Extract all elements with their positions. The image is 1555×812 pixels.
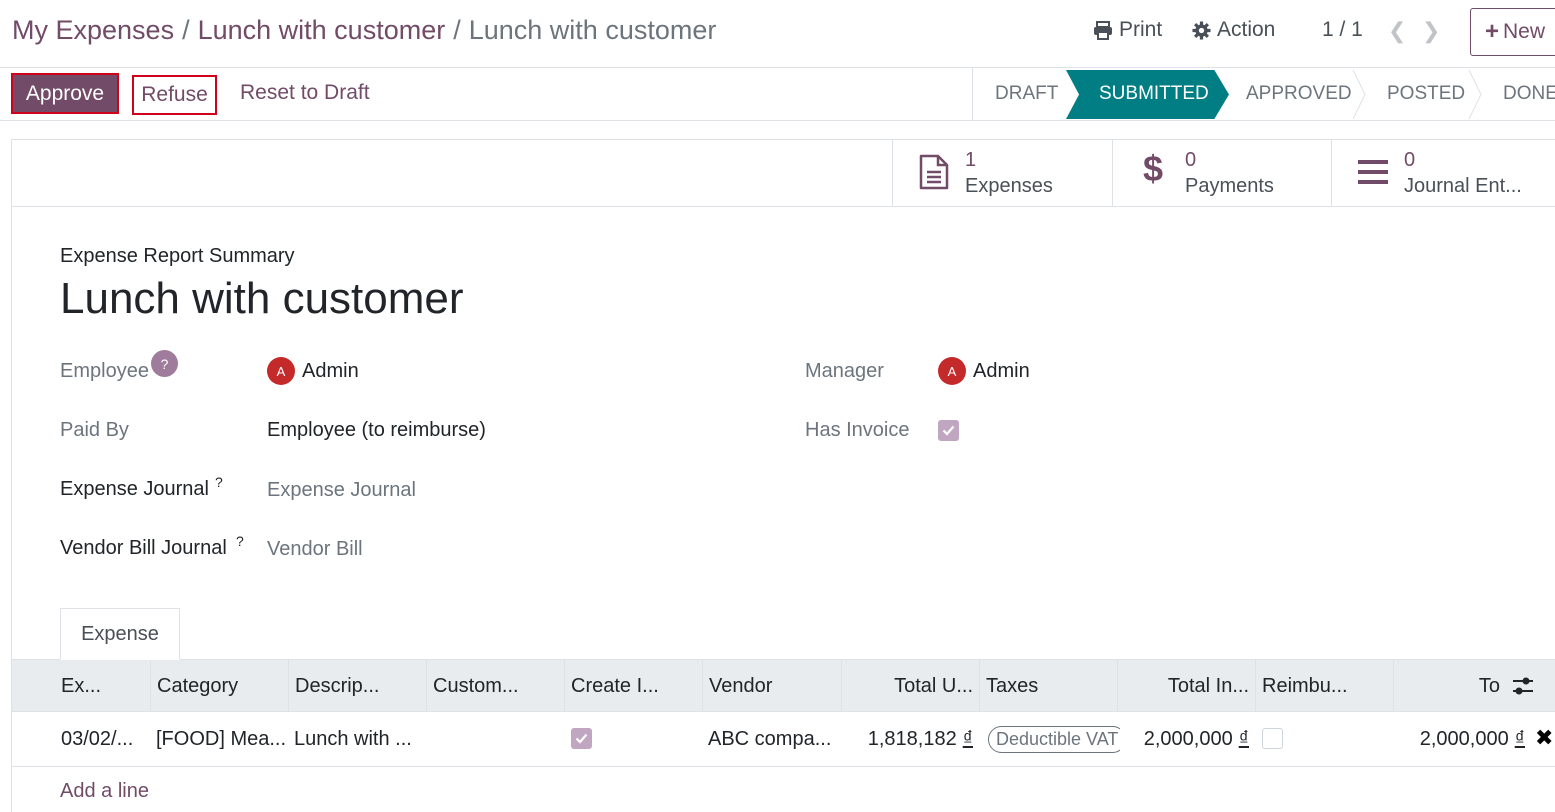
column-header[interactable]: Total In... xyxy=(1117,660,1255,712)
column-header[interactable]: Vendor xyxy=(702,660,840,712)
description-cell[interactable]: Lunch with ... xyxy=(288,712,426,766)
stage-divider xyxy=(1468,70,1482,119)
expense-journal-label: Expense Journal xyxy=(60,478,209,500)
delete-icon[interactable]: ✖ xyxy=(1535,725,1553,751)
dollar-icon: $ xyxy=(1143,148,1164,189)
reimbursed-checkbox[interactable] xyxy=(1262,728,1283,749)
divider xyxy=(12,206,1555,207)
create-invoice-checkbox[interactable] xyxy=(571,728,592,749)
check-icon xyxy=(942,425,955,436)
expense-journal-field[interactable]: Expense Journal xyxy=(267,479,416,502)
breadcrumb-separator: / xyxy=(453,15,461,45)
manager-field[interactable]: Admin xyxy=(973,360,1030,383)
plus-icon: + xyxy=(1485,18,1500,45)
stage-posted[interactable]: POSTED xyxy=(1387,68,1465,120)
total-untaxed-value: 1,818,182 xyxy=(867,727,957,750)
approve-button[interactable]: Approve xyxy=(11,73,119,114)
gear-icon xyxy=(1192,20,1211,40)
refuse-button[interactable]: Refuse xyxy=(132,75,217,115)
total-untaxed-cell[interactable]: 1,818,182 ₫ xyxy=(841,712,979,766)
list-icon xyxy=(1358,160,1388,184)
payments-count: 0 xyxy=(1185,149,1197,171)
currency-symbol: ₫ xyxy=(1514,727,1525,750)
breadcrumb-item-report[interactable]: Lunch with customer xyxy=(198,15,446,45)
chevron-right-icon[interactable]: ❯ xyxy=(1422,18,1440,44)
summary-label: Expense Report Summary xyxy=(60,245,295,267)
tax-tag[interactable]: Deductible VAT xyxy=(988,725,1120,753)
tab-expense[interactable]: Expense xyxy=(60,608,180,660)
breadcrumb: My Expenses / Lunch with customer / Lunch wi… xyxy=(12,15,716,46)
reset-to-draft-button[interactable]: Reset to Draft xyxy=(240,81,370,105)
table-row[interactable]: 03/02/... [FOOD] Mea... Lunch with ... A… xyxy=(12,712,1555,767)
expenses-label: Expenses xyxy=(965,175,1053,197)
taxes-cell[interactable]: Deductible VAT xyxy=(982,712,1120,766)
help-icon[interactable]: ? xyxy=(215,474,223,490)
add-line-link[interactable]: Add a line xyxy=(60,780,149,803)
breadcrumb-current: Lunch with customer xyxy=(468,15,717,45)
action-button[interactable]: Action xyxy=(1192,18,1275,42)
total-value: 2,000,000 xyxy=(1419,727,1509,750)
stage-pipeline xyxy=(972,68,973,120)
new-label: New xyxy=(1503,20,1546,43)
column-header[interactable]: Category xyxy=(150,660,288,712)
vendor-cell[interactable]: ABC compa... xyxy=(702,712,840,766)
printer-icon xyxy=(1094,20,1112,40)
stage-submitted[interactable]: SUBMITTED xyxy=(1099,68,1209,120)
page-title[interactable]: Lunch with customer xyxy=(60,274,464,324)
new-button[interactable]: + New xyxy=(1470,8,1555,56)
has-invoice-label: Has Invoice xyxy=(805,419,910,441)
document-icon xyxy=(919,154,949,190)
expenses-count: 1 xyxy=(965,149,977,171)
stage-done[interactable]: DONE xyxy=(1503,68,1555,120)
category-cell[interactable]: [FOOD] Mea... xyxy=(150,712,288,766)
payments-smart-button[interactable]: $ 0 Payments xyxy=(1112,140,1332,206)
paid-by-label: Paid By xyxy=(60,419,129,441)
print-button[interactable]: Print xyxy=(1093,18,1162,42)
help-icon[interactable]: ? xyxy=(236,533,244,549)
journal-entries-smart-button[interactable]: 0 Journal Ent... xyxy=(1331,140,1555,206)
vendor-bill-journal-field[interactable]: Vendor Bill xyxy=(267,538,363,561)
paid-by-field[interactable]: Employee (to reimburse) xyxy=(267,419,486,442)
column-header[interactable]: Ex... xyxy=(12,660,150,712)
employee-field[interactable]: Admin xyxy=(302,360,359,383)
vendor-bill-journal-label: Vendor Bill Journal xyxy=(60,537,227,559)
breadcrumb-item-my-expenses[interactable]: My Expenses xyxy=(12,15,174,45)
currency-symbol: ₫ xyxy=(1238,727,1249,750)
chevron-left-icon[interactable]: ❮ xyxy=(1388,18,1406,44)
column-header[interactable]: Reimbu... xyxy=(1255,660,1393,712)
column-header[interactable]: To xyxy=(1393,660,1506,712)
total-incl-cell[interactable]: 2,000,000 ₫ xyxy=(1117,712,1255,766)
expenses-smart-button[interactable]: 1 Expenses xyxy=(892,140,1112,206)
payments-label: Payments xyxy=(1185,175,1274,197)
column-header[interactable]: Create I... xyxy=(564,660,702,712)
action-label: Action xyxy=(1217,18,1276,41)
column-header[interactable]: Custom... xyxy=(426,660,564,712)
control-panel: My Expenses / Lunch with customer / Lunch wi… xyxy=(0,0,1555,68)
employee-label: Employee xyxy=(60,360,149,382)
journal-entries-label: Journal Ent... xyxy=(1404,175,1522,197)
stage-divider xyxy=(1352,70,1366,119)
column-header[interactable]: Total U... xyxy=(841,660,979,712)
avatar: A xyxy=(267,357,295,385)
check-icon xyxy=(575,733,588,744)
pager-value[interactable]: 1 / 1 xyxy=(1322,18,1363,42)
column-header[interactable]: Descrip... xyxy=(288,660,426,712)
manager-label: Manager xyxy=(805,360,884,382)
stage-draft[interactable]: DRAFT xyxy=(995,68,1058,120)
help-icon[interactable]: ? xyxy=(151,350,178,377)
date-cell[interactable]: 03/02/... xyxy=(12,712,150,766)
breadcrumb-separator: / xyxy=(182,15,190,45)
total-cell[interactable]: 2,000,000 ₫ xyxy=(1393,712,1531,766)
currency-symbol: ₫ xyxy=(962,727,973,750)
avatar: A xyxy=(938,357,966,385)
table-header: Ex... Category Descrip... Custom... Crea… xyxy=(12,659,1555,712)
journal-entries-count: 0 xyxy=(1404,149,1416,171)
print-label: Print xyxy=(1119,18,1163,41)
customer-cell[interactable] xyxy=(426,712,564,766)
column-header[interactable]: Taxes xyxy=(979,660,1117,712)
has-invoice-checkbox[interactable] xyxy=(938,420,959,441)
sliders-icon[interactable] xyxy=(1512,675,1534,697)
total-incl-value: 2,000,000 xyxy=(1143,727,1233,750)
stage-approved[interactable]: APPROVED xyxy=(1246,68,1352,120)
